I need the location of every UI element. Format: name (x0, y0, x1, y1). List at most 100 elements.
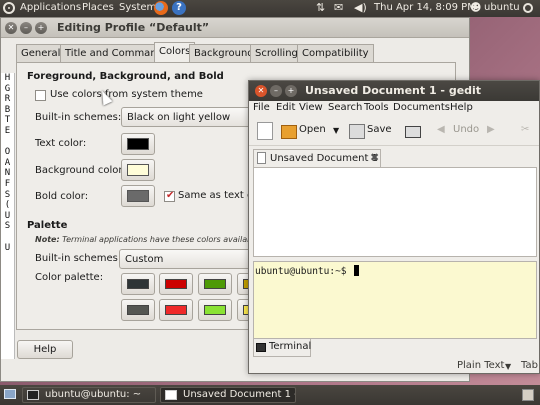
document-icon (257, 152, 266, 164)
profile-editor-titlebar[interactable]: ✕ – + Editing Profile “Default” (1, 18, 469, 38)
minimize-icon[interactable]: – (20, 22, 32, 34)
fg-bg-bold-heading: Foreground, Background, and Bold (27, 71, 224, 82)
menu-edit[interactable]: Edit (276, 102, 295, 113)
palette-schemes-combo[interactable]: Custom (119, 249, 255, 269)
close-icon[interactable]: ✕ (255, 85, 267, 97)
tab-scrolling[interactable]: Scrolling (250, 44, 303, 62)
power-icon[interactable] (523, 3, 533, 13)
menu-view[interactable]: View (299, 102, 323, 113)
palette-color-3[interactable] (198, 273, 232, 295)
language-selector[interactable]: Plain Text (457, 360, 504, 371)
tab-general[interactable]: General (16, 44, 66, 62)
volume-icon[interactable]: ◀) (354, 2, 367, 14)
terminal-icon (256, 343, 266, 352)
show-desktop-icon[interactable] (4, 389, 16, 399)
user-icon: ☻ (470, 1, 482, 14)
note-bold: Note: (35, 235, 60, 244)
menu-system[interactable]: System (119, 2, 156, 13)
menu-applications[interactable]: Applications (20, 2, 81, 13)
minimize-icon[interactable]: – (270, 85, 282, 97)
strip-char: B (4, 104, 11, 115)
gedit-menubar: File Edit View Search Tools Documents He… (249, 101, 539, 118)
undo-arrow-icon[interactable]: ◀ (437, 124, 445, 135)
network-icon[interactable]: ⇅ (316, 2, 325, 14)
tab-width-selector[interactable]: Tab W (521, 360, 540, 371)
undo-button[interactable]: Undo (453, 124, 479, 135)
gedit-titlebar[interactable]: ✕ – + Unsaved Document 1 - gedit (249, 81, 539, 101)
bottom-pane-tab-terminal[interactable]: Terminal (253, 339, 311, 357)
strip-char: G (4, 83, 11, 94)
same-as-text-label[interactable]: Same as text co (178, 190, 259, 201)
document-text-area[interactable] (253, 167, 537, 257)
tab-compatibility[interactable]: Compatibility (297, 44, 374, 62)
strip-char: N (4, 168, 11, 179)
maximize-icon[interactable]: + (285, 85, 297, 97)
open-folder-icon[interactable] (281, 125, 297, 139)
save-icon[interactable] (349, 124, 365, 139)
menu-file[interactable]: File (253, 102, 270, 113)
maximize-icon[interactable]: + (35, 22, 47, 34)
use-system-colors-checkbox[interactable] (35, 90, 46, 101)
palette-color-9[interactable] (121, 299, 155, 321)
menu-help[interactable]: Help (450, 102, 473, 113)
redo-icon[interactable]: ▶ (487, 124, 495, 135)
clock[interactable]: Thu Apr 14, 8:09 PM (374, 2, 476, 13)
palette-color-10[interactable] (159, 299, 193, 321)
palette-schemes-label: Built-in schemes: (35, 253, 122, 264)
strip-char: S (4, 189, 11, 200)
firefox-icon[interactable] (154, 1, 168, 15)
trash-icon[interactable] (522, 389, 534, 401)
palette-swatch (127, 305, 149, 315)
print-icon[interactable] (405, 126, 421, 138)
palette-color-11[interactable] (198, 299, 232, 321)
palette-color-2[interactable] (159, 273, 193, 295)
mail-icon[interactable]: ✉ (334, 2, 343, 14)
text-color-button[interactable] (121, 133, 155, 155)
language-dropdown-icon[interactable]: ▼ (505, 362, 511, 371)
document-tab-label: Unsaved Document 1 (270, 153, 378, 164)
bottom-panel: ubuntu@ubuntu: ~ Unsaved Document 1 - ..… (0, 385, 540, 405)
builtin-schemes-label: Built-in schemes: (35, 112, 122, 123)
bold-color-button[interactable] (121, 185, 155, 207)
palette-heading: Palette (27, 220, 68, 231)
save-button[interactable]: Save (367, 124, 392, 135)
new-document-icon[interactable] (257, 122, 273, 140)
tab-title-and-command[interactable]: Title and Command (60, 44, 168, 62)
bottom-tab-label: Terminal (269, 341, 312, 352)
document-icon (165, 390, 177, 400)
menu-search[interactable]: Search (328, 102, 362, 113)
cut-icon[interactable]: ✂ (521, 124, 529, 135)
same-as-text-checkbox[interactable] (164, 190, 175, 202)
taskbar-terminal[interactable]: ubuntu@ubuntu: ~ (22, 387, 156, 403)
embedded-terminal[interactable]: ubuntu@ubuntu:~$ (253, 261, 537, 339)
gedit-toolbar: Open ▼ Save ◀ Undo ▶ ✂ (249, 118, 539, 146)
bold-color-swatch (127, 190, 149, 202)
text-color-swatch (127, 138, 149, 150)
palette-swatch (127, 279, 149, 289)
close-icon[interactable]: ✕ (5, 22, 17, 34)
text-color-label: Text color: (35, 138, 87, 149)
menu-documents[interactable]: Documents (393, 102, 450, 113)
strip-char: F (4, 178, 11, 189)
taskbar-gedit[interactable]: Unsaved Document 1 - ... (160, 387, 296, 403)
open-button[interactable]: Open (299, 124, 326, 135)
menu-tools[interactable]: Tools (364, 102, 389, 113)
background-color-button[interactable] (121, 159, 155, 181)
menu-places[interactable]: Places (82, 2, 114, 13)
color-palette-label: Color palette: (35, 272, 104, 283)
tab-background[interactable]: Background (189, 44, 259, 62)
window-title: Editing Profile “Default” (57, 21, 210, 34)
use-system-colors-label[interactable]: Use colors from system theme (50, 89, 203, 100)
background-color-swatch (127, 164, 149, 176)
close-tab-icon[interactable]: ✖ (370, 151, 379, 164)
builtin-schemes-combo[interactable]: Black on light yellow (121, 107, 255, 127)
terminal-cursor (354, 265, 360, 276)
document-tab[interactable]: Unsaved Document 1 ✖ (253, 149, 381, 167)
palette-color-1[interactable] (121, 273, 155, 295)
user-name[interactable]: ubuntu (484, 2, 520, 13)
ubuntu-logo-icon[interactable] (3, 2, 15, 14)
help-button[interactable]: Help (17, 340, 73, 359)
help-icon[interactable]: ? (172, 1, 186, 15)
gedit-statusbar: Plain Text ▼ Tab W (249, 357, 540, 374)
open-dropdown-icon[interactable]: ▼ (333, 126, 339, 135)
